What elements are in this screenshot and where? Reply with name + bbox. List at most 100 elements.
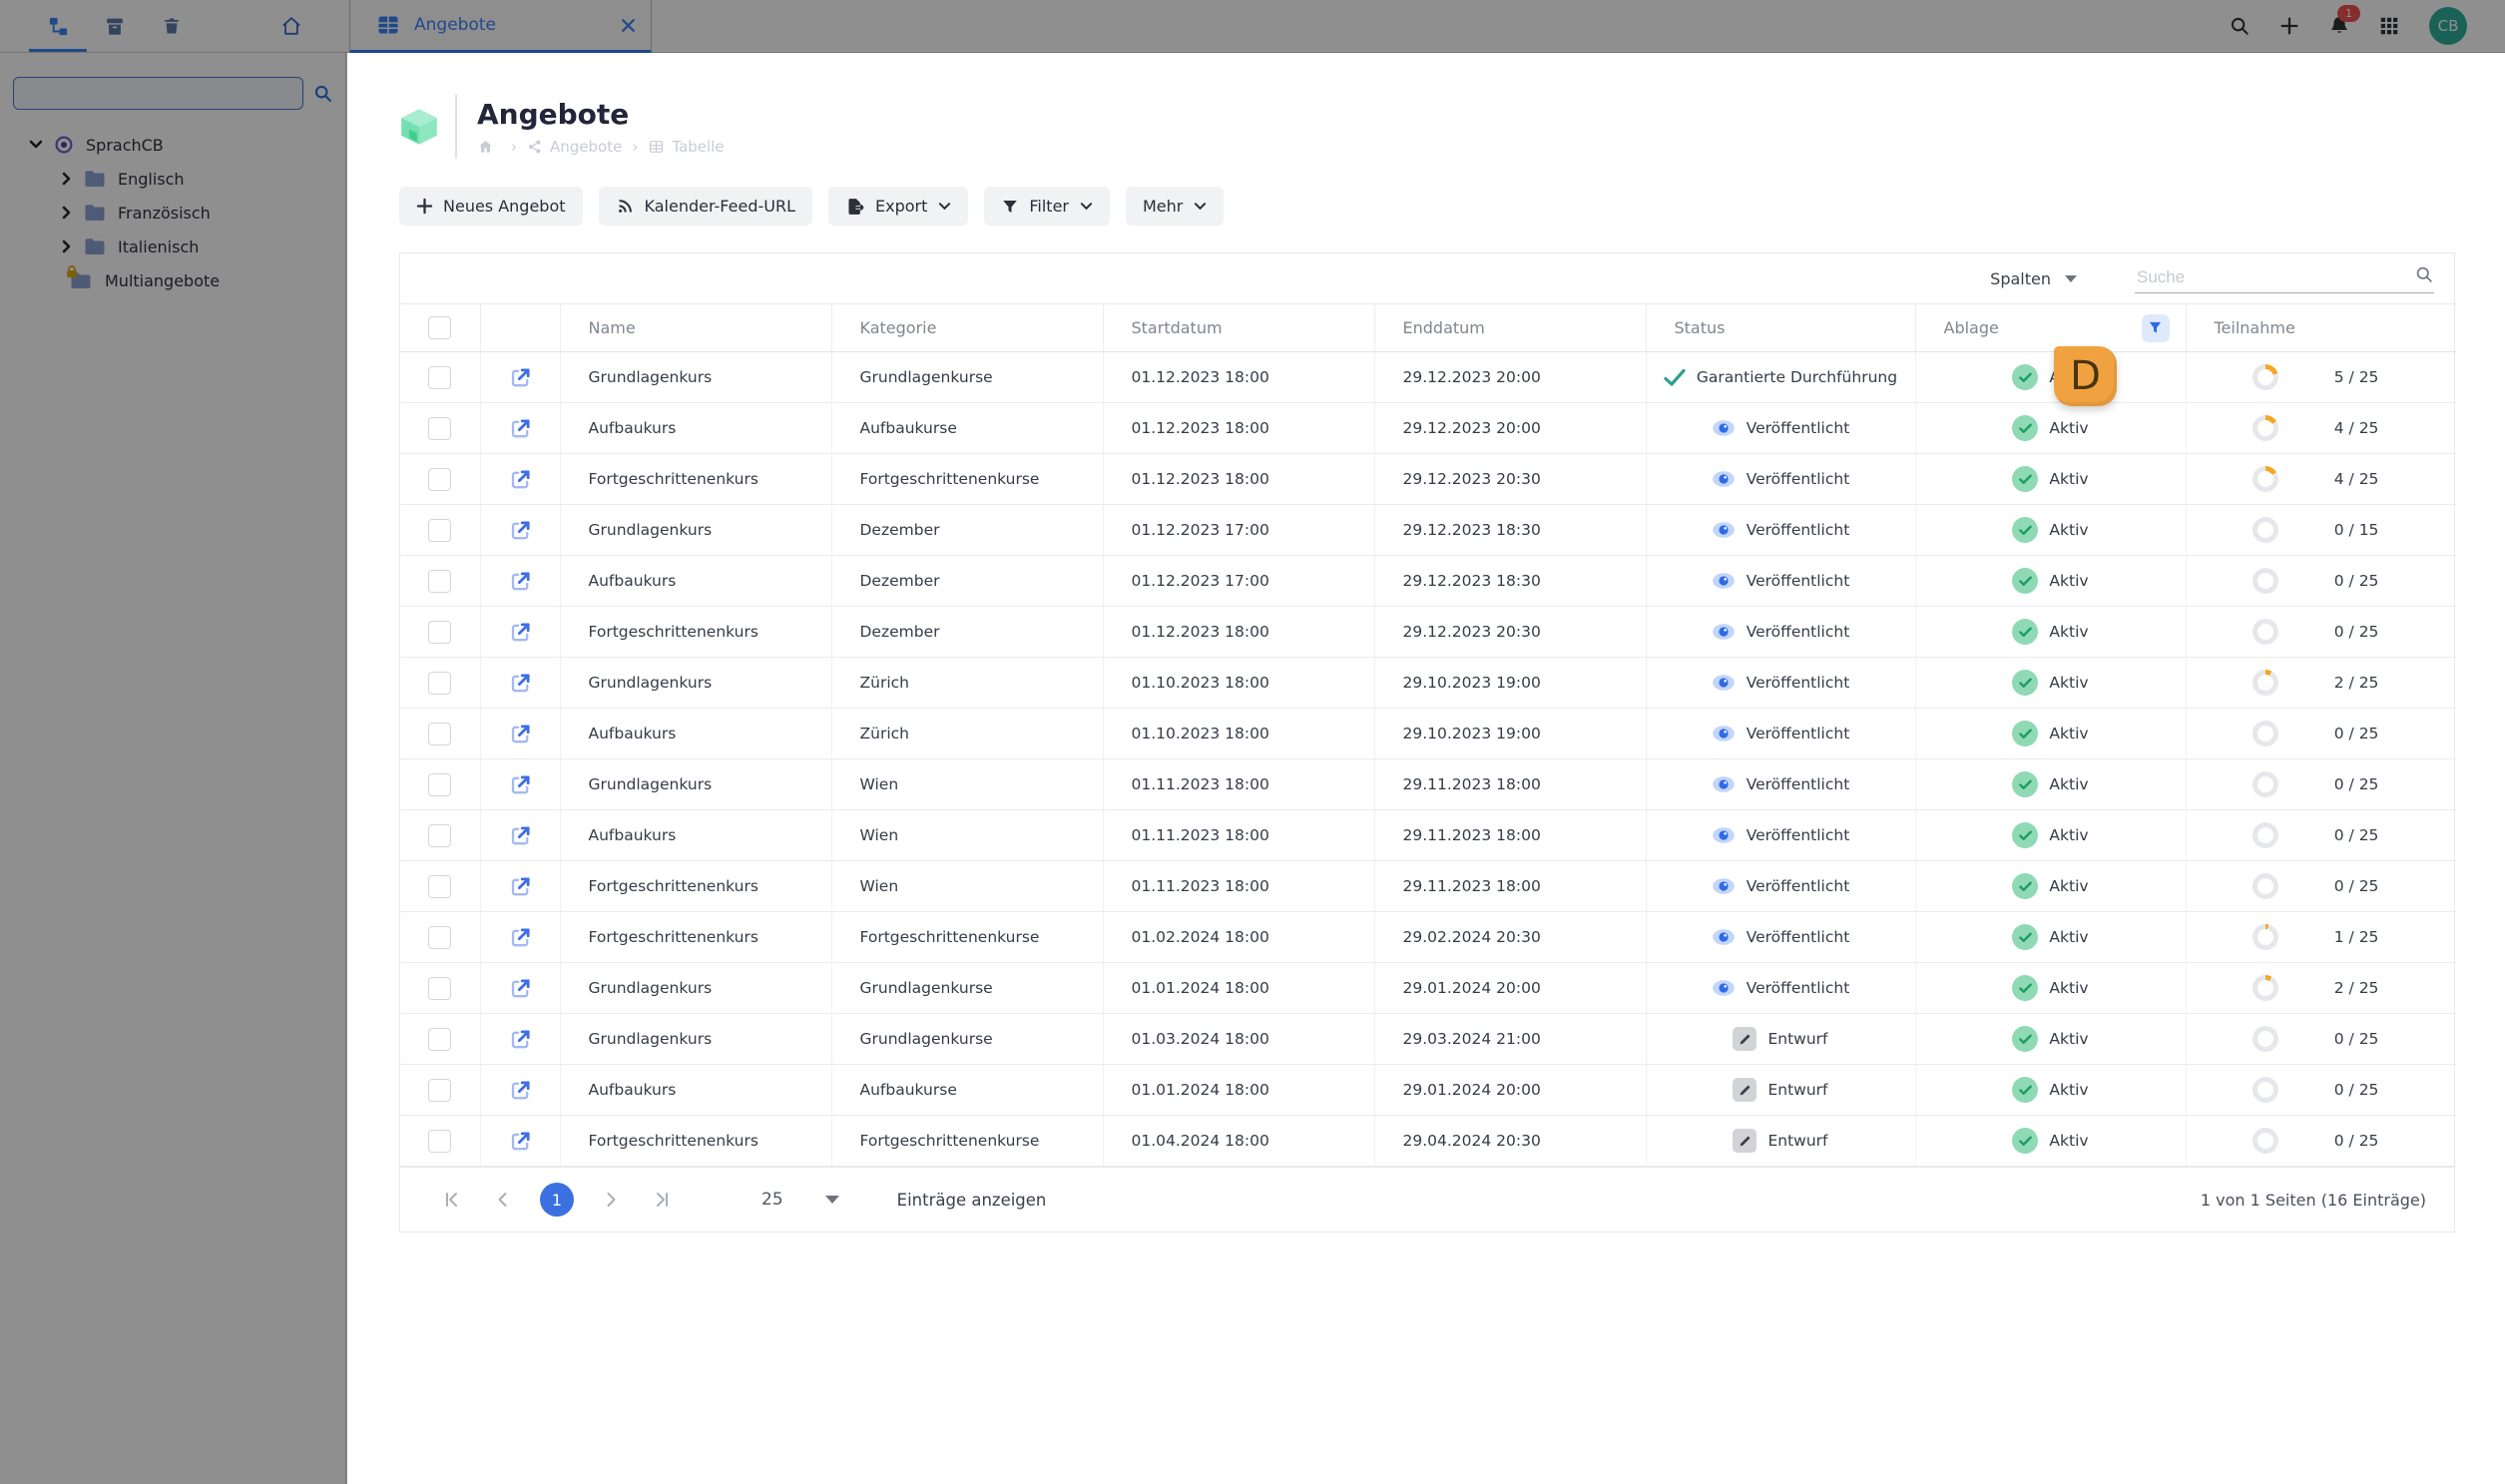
tree-view-icon[interactable] bbox=[46, 14, 70, 38]
column-header-enddatum[interactable]: Enddatum bbox=[1374, 303, 1647, 352]
row-checkbox[interactable] bbox=[428, 823, 452, 847]
breadcrumb-home-icon[interactable] bbox=[477, 139, 494, 155]
row-checkbox[interactable] bbox=[428, 1129, 452, 1153]
ablage-label: Aktiv bbox=[2049, 775, 2089, 793]
cell-kategorie: Fortgeschrittenenkurse bbox=[831, 911, 1104, 963]
page-size-select[interactable]: 25 bbox=[761, 1190, 839, 1210]
avatar[interactable]: CB bbox=[2429, 7, 2467, 45]
open-record-icon[interactable] bbox=[509, 773, 532, 796]
tree-item-label: Englisch bbox=[118, 169, 185, 189]
search-icon[interactable] bbox=[2228, 14, 2252, 38]
columns-dropdown[interactable]: Spalten bbox=[1990, 269, 2077, 288]
open-record-icon[interactable] bbox=[509, 1130, 532, 1153]
table-search-icon[interactable] bbox=[2414, 264, 2434, 288]
open-record-icon[interactable] bbox=[509, 417, 532, 440]
tree-item-englisch[interactable]: Englisch bbox=[0, 162, 345, 196]
row-checkbox[interactable] bbox=[428, 772, 452, 796]
published-eye-icon bbox=[1712, 521, 1736, 539]
participation-donut bbox=[2252, 822, 2278, 848]
row-checkbox[interactable] bbox=[428, 925, 452, 949]
open-record-icon[interactable] bbox=[509, 926, 532, 949]
tree-item-italienisch[interactable]: Italienisch bbox=[0, 230, 345, 263]
open-record-icon[interactable] bbox=[509, 875, 532, 898]
cell-ablage: Aktiv bbox=[1915, 657, 2187, 709]
table-toolbar: Spalten bbox=[400, 253, 2454, 303]
filter-button[interactable]: Filter bbox=[984, 187, 1110, 226]
tree-item-franzoesisch[interactable]: Französisch bbox=[0, 196, 345, 230]
open-record-icon[interactable] bbox=[509, 468, 532, 491]
cell-teilnahme: 0 / 25 bbox=[2186, 1115, 2456, 1167]
cell-kategorie: Grundlagenkurse bbox=[831, 351, 1104, 403]
open-record-icon[interactable] bbox=[509, 366, 532, 389]
add-icon[interactable] bbox=[2277, 14, 2301, 38]
chevron-down-icon[interactable] bbox=[28, 140, 44, 150]
tree-item-multiangebote[interactable]: Multiangebote bbox=[0, 263, 345, 297]
new-offer-button[interactable]: Neues Angebot bbox=[399, 187, 583, 226]
column-header-startdatum[interactable]: Startdatum bbox=[1103, 303, 1375, 352]
more-button[interactable]: Mehr bbox=[1126, 187, 1225, 226]
chevron-right-icon[interactable] bbox=[58, 172, 74, 186]
column-header-kategorie[interactable]: Kategorie bbox=[831, 303, 1104, 352]
last-page-icon[interactable] bbox=[648, 1185, 678, 1215]
row-checkbox[interactable] bbox=[428, 722, 452, 745]
select-all-checkbox[interactable] bbox=[428, 316, 452, 339]
next-page-icon[interactable] bbox=[596, 1185, 626, 1215]
current-page-button[interactable]: 1 bbox=[540, 1183, 574, 1217]
tree-item-label: SprachCB bbox=[86, 135, 164, 155]
close-tab-icon[interactable] bbox=[620, 17, 637, 34]
ablage-label: Aktiv bbox=[2049, 674, 2089, 692]
column-filter-active-icon[interactable] bbox=[2141, 313, 2170, 342]
open-record-icon[interactable] bbox=[509, 519, 532, 542]
sidebar-search-input[interactable] bbox=[13, 77, 303, 110]
participation-donut bbox=[2252, 873, 2278, 899]
column-header-ablage[interactable]: Ablage bbox=[1915, 303, 2187, 352]
chevron-right-icon[interactable] bbox=[58, 206, 74, 220]
published-eye-icon bbox=[1712, 725, 1736, 742]
row-checkbox[interactable] bbox=[428, 1078, 452, 1102]
open-record-icon[interactable] bbox=[509, 723, 532, 745]
open-record-icon[interactable] bbox=[509, 977, 532, 1000]
first-page-icon[interactable] bbox=[436, 1185, 466, 1215]
open-record-icon[interactable] bbox=[509, 672, 532, 695]
open-record-icon[interactable] bbox=[509, 1079, 532, 1102]
published-eye-icon bbox=[1712, 979, 1736, 997]
open-record-icon[interactable] bbox=[509, 570, 532, 593]
row-checkbox[interactable] bbox=[428, 1027, 452, 1051]
row-checkbox[interactable] bbox=[428, 518, 452, 542]
open-record-icon[interactable] bbox=[509, 621, 532, 644]
open-record-icon[interactable] bbox=[509, 1028, 532, 1051]
table-search-input[interactable] bbox=[2135, 265, 2414, 288]
trash-icon[interactable] bbox=[160, 14, 184, 38]
breadcrumb-section[interactable]: Angebote bbox=[550, 138, 622, 156]
export-button[interactable]: Export bbox=[828, 187, 969, 226]
row-checkbox[interactable] bbox=[428, 569, 452, 593]
row-checkbox[interactable] bbox=[428, 416, 452, 440]
notifications-bell-icon[interactable]: 1 bbox=[2327, 5, 2360, 38]
column-header-name[interactable]: Name bbox=[560, 303, 832, 352]
home-icon[interactable] bbox=[279, 14, 303, 38]
ablage-label: Aktiv bbox=[2049, 572, 2089, 590]
archive-icon[interactable] bbox=[103, 14, 127, 38]
row-checkbox[interactable] bbox=[428, 976, 452, 1000]
chevron-right-icon[interactable] bbox=[58, 240, 74, 253]
cell-startdatum: 01.10.2023 18:00 bbox=[1103, 708, 1375, 759]
link-column-header bbox=[480, 303, 561, 352]
row-checkbox[interactable] bbox=[428, 467, 452, 491]
tab-angebote[interactable]: Angebote bbox=[349, 0, 652, 53]
row-checkbox[interactable] bbox=[428, 620, 452, 644]
table-row: Grundlagenkurs Zürich 01.10.2023 18:00 29.1… bbox=[400, 657, 2456, 709]
row-checkbox[interactable] bbox=[428, 874, 452, 898]
cell-name: Aufbaukurs bbox=[560, 708, 832, 759]
tree-item-sprachcb[interactable]: SprachCB bbox=[0, 128, 345, 162]
sidebar-search-icon[interactable] bbox=[312, 83, 333, 104]
row-checkbox[interactable] bbox=[428, 365, 452, 389]
apps-grid-icon[interactable] bbox=[2377, 14, 2401, 38]
cell-teilnahme: 0 / 25 bbox=[2186, 809, 2456, 861]
open-record-icon[interactable] bbox=[509, 824, 532, 847]
column-header-teilnahme[interactable]: Teilnahme bbox=[2186, 303, 2456, 352]
column-header-status[interactable]: Status bbox=[1646, 303, 1916, 352]
status-label: Veröffentlicht bbox=[1746, 877, 1850, 895]
calendar-feed-url-button[interactable]: Kalender-Feed-URL bbox=[598, 187, 812, 226]
previous-page-icon[interactable] bbox=[488, 1185, 518, 1215]
row-checkbox[interactable] bbox=[428, 671, 452, 695]
